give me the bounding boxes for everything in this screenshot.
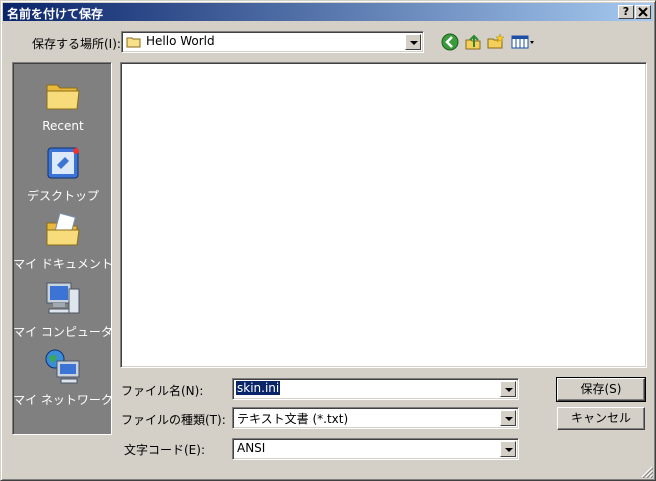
recent-folder-icon <box>46 84 80 110</box>
place-my-documents[interactable]: マイ ドキュメント <box>13 207 113 275</box>
file-list[interactable] <box>120 62 647 368</box>
resize-grip-icon[interactable] <box>641 466 653 478</box>
place-label: デスクトップ <box>26 189 99 203</box>
my-computer-icon <box>46 282 80 314</box>
filename-dropdown-button[interactable] <box>500 381 516 397</box>
close-button[interactable] <box>635 5 651 19</box>
filetype-label: ファイルの種類(T): <box>121 413 226 427</box>
my-documents-icon <box>46 212 80 246</box>
place-label: マイ ドキュメント <box>13 257 113 271</box>
filetype-dropdown-button[interactable] <box>500 410 516 426</box>
filetype-value: テキスト文書 (*.txt) <box>237 412 349 426</box>
window-title: 名前を付けて保存 <box>7 7 104 21</box>
place-my-network[interactable]: マイ ネットワーク <box>13 343 113 411</box>
filename-input[interactable]: skin.ini <box>232 378 519 400</box>
my-network-icon <box>45 349 80 384</box>
save-in-value: Hello World <box>146 34 215 48</box>
place-my-computer[interactable]: マイ コンピュータ <box>13 275 113 343</box>
filename-label: ファイル名(N): <box>121 384 204 398</box>
new-folder-icon[interactable] <box>486 32 506 52</box>
title-bar[interactable]: 名前を付けて保存 ? <box>3 3 653 21</box>
save-in-combo[interactable]: Hello World <box>121 31 424 53</box>
up-folder-icon[interactable] <box>463 32 483 52</box>
folder-icon <box>126 37 141 48</box>
place-label: マイ ネットワーク <box>13 393 113 407</box>
place-desktop[interactable]: デスクトップ <box>13 139 113 207</box>
view-menu-icon[interactable] <box>510 32 536 52</box>
back-icon[interactable] <box>440 32 460 52</box>
encoding-dropdown-button[interactable] <box>500 441 516 457</box>
place-label: マイ コンピュータ <box>13 325 113 339</box>
place-label: Recent <box>42 119 84 133</box>
place-recent[interactable]: Recent <box>13 71 113 139</box>
places-bar: Recent デスクトップ マイ ドキュメント マイ コンピュータ マイ ネット… <box>12 62 113 435</box>
save-in-dropdown-button[interactable] <box>405 34 421 50</box>
desktop-icon <box>47 147 79 179</box>
encoding-value: ANSI <box>237 441 266 455</box>
cancel-button[interactable]: キャンセル <box>557 407 645 430</box>
encoding-label: 文字コード(E): <box>124 443 205 457</box>
save-as-dialog: 名前を付けて保存 ? 保存する場所(I): Hello World Recent… <box>0 0 656 481</box>
save-button[interactable]: 保存(S) <box>556 377 646 402</box>
close-icon <box>638 7 648 17</box>
encoding-select[interactable]: ANSI <box>232 438 519 460</box>
filetype-select[interactable]: テキスト文書 (*.txt) <box>232 407 519 429</box>
help-button[interactable]: ? <box>618 5 634 19</box>
filename-value: skin.ini <box>236 381 281 395</box>
save-in-label: 保存する場所(I): <box>32 37 121 51</box>
